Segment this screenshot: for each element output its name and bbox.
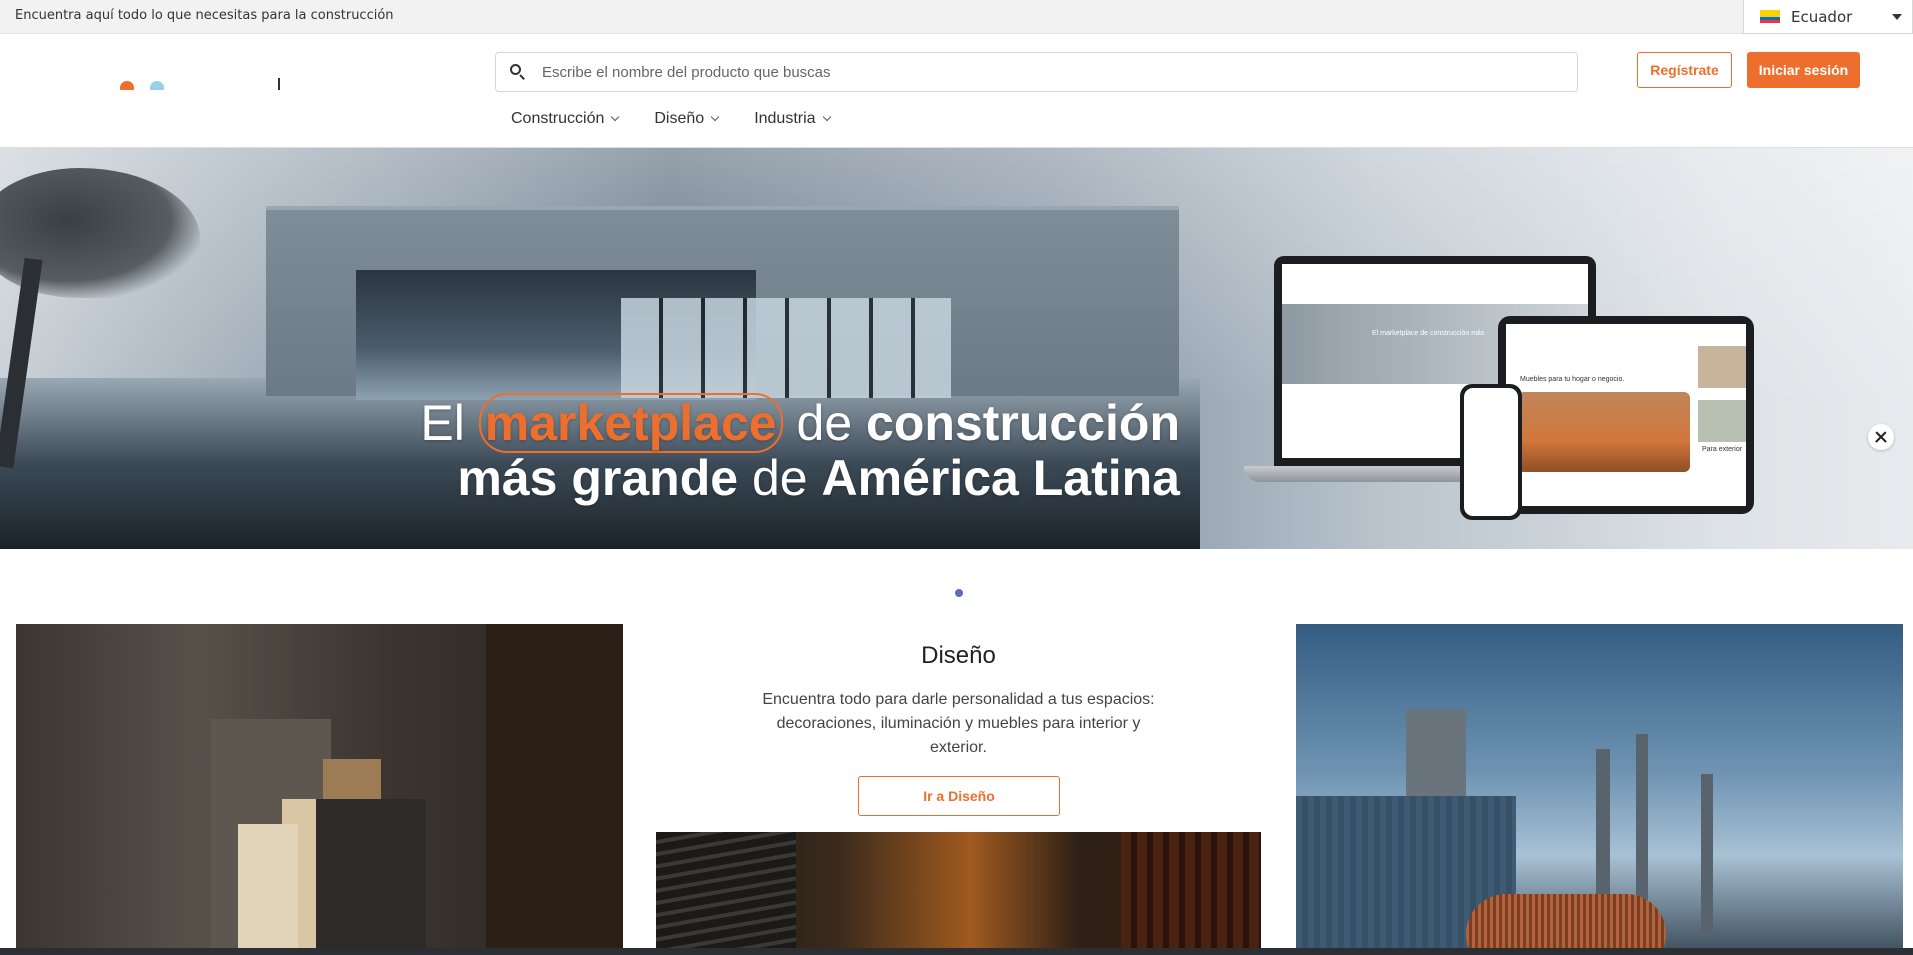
caret-down-icon <box>1892 14 1902 20</box>
mockup-text: Muebles para tu hogar o negocio. <box>1520 376 1625 383</box>
tagline: Encuentra aquí todo lo que necesitas par… <box>15 8 394 23</box>
search-input[interactable] <box>542 63 1542 81</box>
hero-word: de <box>796 395 853 451</box>
chevron-down-icon <box>710 112 720 122</box>
category-title: Diseño <box>921 642 996 669</box>
nav-item-diseno[interactable]: Diseño <box>654 110 720 128</box>
hero-building-image <box>266 206 1179 400</box>
diseno-category-section: Diseño Encuentra todo para darle persona… <box>656 624 1261 955</box>
carousel-dot[interactable] <box>955 589 963 597</box>
register-button[interactable]: Regístrate <box>1637 52 1732 88</box>
hero-word: de <box>751 450 808 506</box>
hero-word: construcción <box>866 395 1180 451</box>
login-button[interactable]: Iniciar sesión <box>1747 52 1860 88</box>
search-box[interactable] <box>495 52 1578 92</box>
hero-word: más grande <box>457 450 739 506</box>
site-header: Regístrate Iniciar sesión Construcción D… <box>0 34 1913 148</box>
phone-mockup <box>1460 384 1522 520</box>
top-bar: Encuentra aquí todo lo que necesitas par… <box>0 0 1913 34</box>
country-name: Ecuador <box>1791 7 1853 26</box>
nav-item-label: Construcción <box>511 110 605 127</box>
diseno-category-image[interactable] <box>656 832 1261 955</box>
hero-word: El <box>420 395 465 451</box>
search-icon <box>510 64 526 80</box>
hero-word: América Latina <box>821 450 1180 506</box>
mockup-text: El marketplace de construcción más <box>1372 330 1485 337</box>
hero-accent-word: marketplace <box>478 393 783 453</box>
chevron-down-icon <box>822 112 831 122</box>
logo-mark <box>278 78 280 90</box>
ecuador-flag-icon <box>1760 10 1780 23</box>
bottom-strip <box>0 948 1913 955</box>
tablet-mockup: Muebles para tu hogar o negocio. Para ex… <box>1498 316 1754 514</box>
country-selector[interactable]: Ecuador <box>1743 0 1913 34</box>
nav-item-label: Diseño <box>654 110 705 127</box>
logo-dot-orange <box>120 81 134 90</box>
nav-item-construccion[interactable]: Construcción <box>511 110 620 128</box>
nav-item-label: Industria <box>754 110 816 127</box>
go-to-diseno-button[interactable]: Ir a Diseño <box>858 776 1060 816</box>
hero-headline-line1: El marketplace de construcción <box>380 393 1180 453</box>
logo-dot-blue <box>150 81 164 90</box>
nav-item-industria[interactable]: Industria <box>754 110 831 128</box>
hero-banner[interactable]: El marketplace de construcción más grand… <box>0 148 1913 549</box>
industria-category-image[interactable] <box>1296 624 1903 955</box>
hero-tree <box>0 168 220 469</box>
category-description: Encuentra todo para darle personalidad a… <box>762 691 1155 756</box>
close-banner-button[interactable] <box>1868 424 1894 450</box>
main-nav: Construcción Diseño Industria <box>511 110 866 128</box>
site-logo[interactable] <box>112 78 292 90</box>
chevron-down-icon <box>611 112 620 122</box>
hero-headline-line2: más grande de América Latina <box>380 451 1180 506</box>
hero-headline: El marketplace de construcción más grand… <box>380 393 1180 506</box>
mockup-text: Para exterior <box>1702 446 1743 453</box>
construccion-category-image[interactable] <box>16 624 623 955</box>
